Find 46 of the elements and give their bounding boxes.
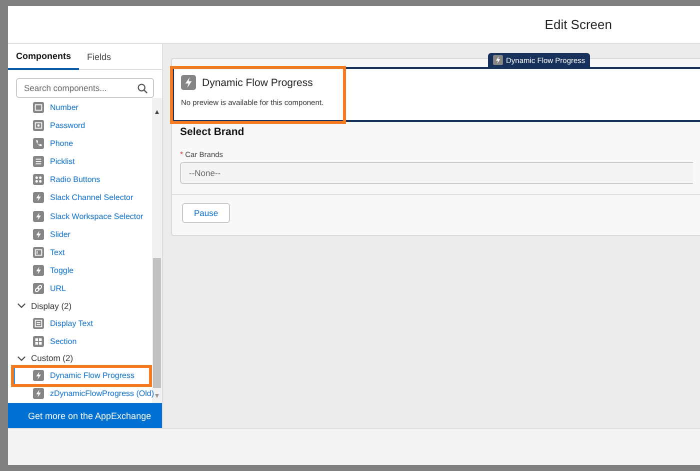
phone-icon xyxy=(33,138,44,149)
component-item[interactable]: Radio Buttons xyxy=(14,170,150,189)
appexchange-button[interactable]: Get more on the AppExchange xyxy=(8,403,162,428)
component-item[interactable]: Slack Channel Selector xyxy=(14,188,150,208)
component-item[interactable]: Number xyxy=(14,98,150,116)
search-field[interactable]: Search components... xyxy=(16,78,154,98)
radio-buttons-icon xyxy=(33,174,44,186)
component-item[interactable]: Phone xyxy=(14,134,150,153)
component-item[interactable]: Section xyxy=(14,332,150,350)
group-label: Display (2) xyxy=(31,300,72,311)
required-mark: * xyxy=(180,150,184,159)
component-item[interactable]: Toggle xyxy=(14,262,150,280)
group-label: Custom (2) xyxy=(31,353,74,364)
section-title: Select Brand xyxy=(180,126,246,138)
lightning-icon xyxy=(33,192,44,204)
preview-title: Dynamic Flow Progress xyxy=(202,76,313,88)
component-item[interactable]: Slider xyxy=(14,225,150,244)
sidebar-tab[interactable]: Fields xyxy=(79,44,120,70)
text-field-icon xyxy=(33,246,44,258)
chevron-icon[interactable] xyxy=(17,354,26,363)
sidebar-tab[interactable]: Components xyxy=(8,44,79,70)
lightning-icon xyxy=(33,265,44,276)
pause-button[interactable]: Pause xyxy=(182,203,230,223)
number-field-icon xyxy=(33,102,44,113)
link-icon xyxy=(33,283,44,294)
component-item[interactable]: Picklist xyxy=(14,152,150,171)
lightning-icon xyxy=(33,388,44,400)
lightning-icon xyxy=(33,370,44,382)
window-title: Edit Screen xyxy=(544,17,612,32)
lightning-icon xyxy=(493,55,503,65)
component-item[interactable]: Display Text xyxy=(14,314,150,332)
component-item[interactable]: Slack Workspace Selector xyxy=(14,207,150,226)
component-item[interactable]: Text xyxy=(14,243,150,262)
select-field[interactable]: --None-- xyxy=(180,162,693,184)
search-icon xyxy=(137,83,148,94)
password-field-icon xyxy=(33,120,44,131)
chevron-icon[interactable] xyxy=(17,301,26,310)
list-icon xyxy=(33,156,44,168)
lightning-icon xyxy=(33,228,44,240)
component-item[interactable]: Password xyxy=(14,116,150,134)
lightning-icon xyxy=(33,210,44,222)
component-item[interactable]: Dynamic Flow Progress xyxy=(14,366,150,385)
lightning-icon xyxy=(181,75,196,90)
component-item[interactable]: URL xyxy=(14,280,150,298)
display-text-icon xyxy=(33,318,44,329)
section-icon xyxy=(33,336,44,347)
